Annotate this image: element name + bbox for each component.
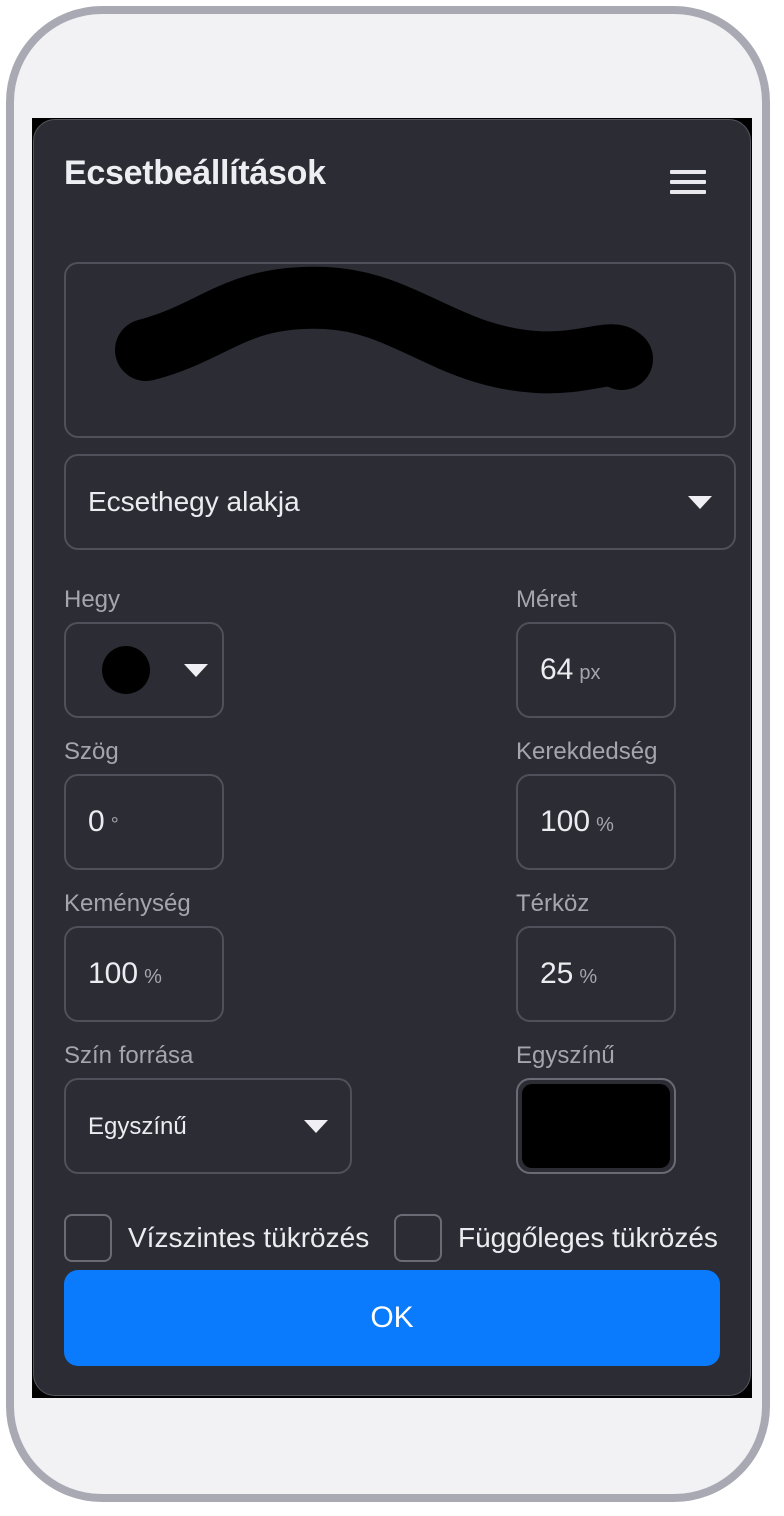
size-unit: px xyxy=(579,662,601,684)
spacing-unit: % xyxy=(579,966,598,988)
size-value: 64 xyxy=(540,653,574,686)
size-input[interactable]: 64 px xyxy=(516,622,676,718)
angle-value: 0 xyxy=(88,805,105,838)
color-swatch-button[interactable] xyxy=(516,1078,676,1174)
hardness-value: 100 xyxy=(88,957,139,990)
color-source-value: Egyszínű xyxy=(88,1113,187,1140)
flip-horizontal-checkbox[interactable] xyxy=(64,1214,112,1262)
flip-vertical-checkbox[interactable] xyxy=(394,1214,442,1262)
color-source-select[interactable]: Egyszínű xyxy=(64,1078,352,1174)
roundness-value: 100 xyxy=(540,805,591,838)
color-source-label: Szín forrása xyxy=(64,1042,194,1069)
panel-title: Ecsetbeállítások xyxy=(64,154,326,192)
angle-label: Szög xyxy=(64,738,119,765)
round-tip-icon xyxy=(102,646,150,694)
tip-shape-select[interactable]: Ecsethegy alakja xyxy=(64,454,736,550)
tip-shape-dropdown[interactable] xyxy=(64,622,224,718)
brush-stroke-icon xyxy=(115,266,653,394)
ok-button[interactable]: OK xyxy=(64,1270,720,1366)
color-swatch-fill xyxy=(522,1084,670,1168)
spacing-label: Térköz xyxy=(516,890,590,917)
size-label: Méret xyxy=(516,586,578,613)
angle-unit: ° xyxy=(110,814,119,836)
brush-stroke-preview xyxy=(64,262,736,438)
hardness-unit: % xyxy=(144,966,162,988)
flip-horizontal-label[interactable]: Vízszintes tükrözés xyxy=(128,1222,369,1254)
hardness-label: Keménység xyxy=(64,890,191,917)
spacing-input[interactable]: 25% xyxy=(516,926,676,1022)
tip-label: Hegy xyxy=(64,586,121,613)
hardness-input[interactable]: 100% xyxy=(64,926,224,1022)
spacing-value: 25 xyxy=(540,957,574,990)
hamburger-menu-icon[interactable] xyxy=(664,164,712,200)
tip-shape-select-label: Ecsethegy alakja xyxy=(88,486,300,517)
angle-input[interactable]: 0 ° xyxy=(64,774,224,870)
solid-color-label: Egyszínű xyxy=(516,1042,615,1069)
chevron-down-icon xyxy=(184,664,208,677)
chevron-down-icon xyxy=(304,1120,328,1133)
roundness-unit: % xyxy=(596,814,614,836)
chevron-down-icon xyxy=(688,496,712,509)
roundness-label: Kerekdedség xyxy=(516,738,658,765)
roundness-input[interactable]: 100% xyxy=(516,774,676,870)
flip-vertical-label[interactable]: Függőleges tükrözés xyxy=(458,1222,718,1254)
